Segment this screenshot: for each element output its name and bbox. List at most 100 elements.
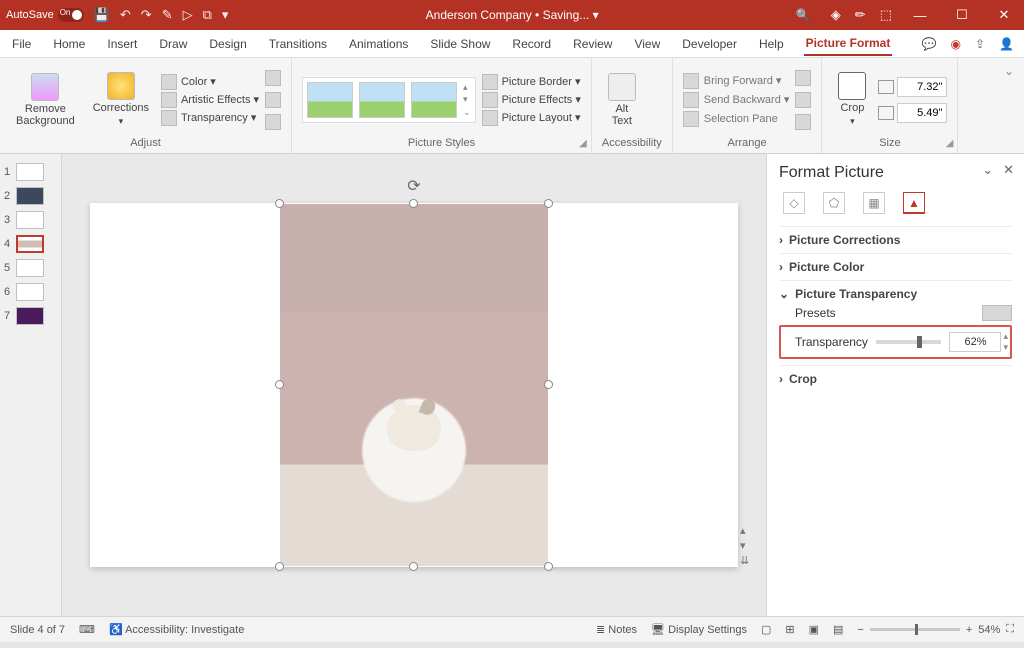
present-icon[interactable]: ⧉ <box>203 7 212 23</box>
corrections-button[interactable]: Corrections ▾ <box>87 70 155 129</box>
tab-developer[interactable]: Developer <box>680 33 739 55</box>
slide-thumb[interactable]: 3 <box>0 208 61 232</box>
qat-more-icon[interactable]: ▾ <box>222 7 229 23</box>
fit-window-icon[interactable]: ⛶ <box>1006 623 1014 636</box>
crop-button[interactable]: Crop ▾ <box>832 70 872 129</box>
gallery-down-icon[interactable]: ▾ <box>463 94 471 105</box>
picture-tab-icon[interactable]: ▲ <box>903 192 925 214</box>
tab-animations[interactable]: Animations <box>347 33 410 55</box>
slide-thumb[interactable]: 1 <box>0 160 61 184</box>
tab-transitions[interactable]: Transitions <box>267 33 329 55</box>
scroll-down-icon[interactable]: ▾ <box>740 539 754 552</box>
accessibility-status[interactable]: ♿ Accessibility: Investigate <box>109 623 244 636</box>
gallery-up-icon[interactable]: ▴ <box>463 82 471 93</box>
maximize-button[interactable]: ☐ <box>948 7 976 23</box>
resize-handle[interactable] <box>275 562 284 571</box>
resize-handle[interactable] <box>275 380 284 389</box>
width-input[interactable] <box>878 103 947 123</box>
color-button[interactable]: Color ▾ <box>161 74 259 90</box>
resize-handle[interactable] <box>544 380 553 389</box>
scroll-end-icon[interactable]: ⇊ <box>740 554 754 567</box>
tab-record[interactable]: Record <box>510 33 553 55</box>
section-corrections[interactable]: ›Picture Corrections <box>779 226 1012 253</box>
tab-help[interactable]: Help <box>757 33 786 55</box>
selected-picture[interactable]: ⟳ <box>280 204 548 566</box>
group-icon[interactable] <box>795 92 811 108</box>
dialog-launcher-icon[interactable]: ◢ <box>579 138 587 149</box>
send-backward-button[interactable]: Send Backward ▾ <box>683 92 790 108</box>
redo-icon[interactable]: ↷ <box>141 7 152 23</box>
bring-forward-button[interactable]: Bring Forward ▾ <box>683 73 790 89</box>
rotate-icon[interactable] <box>795 114 811 130</box>
tab-draw[interactable]: Draw <box>157 33 189 55</box>
language-icon[interactable]: ⌨ <box>79 623 95 636</box>
present-live-icon[interactable]: 👤 <box>999 37 1014 51</box>
share-icon[interactable]: ⇪ <box>975 37 985 51</box>
scroll-up-icon[interactable]: ▴ <box>740 524 754 537</box>
compress-icon[interactable] <box>265 70 281 86</box>
display-settings-button[interactable]: 🖥 Display Settings <box>651 623 747 636</box>
gallery-more-icon[interactable]: ⌄ <box>463 107 471 118</box>
height-field[interactable] <box>897 77 947 97</box>
tab-file[interactable]: File <box>10 33 33 55</box>
close-button[interactable]: ✕ <box>990 7 1018 23</box>
pane-options-icon[interactable]: ⌄ <box>982 162 993 178</box>
from-beginning-icon[interactable]: ▷ <box>183 7 193 23</box>
tab-design[interactable]: Design <box>207 33 248 55</box>
size-tab-icon[interactable]: ▦ <box>863 192 885 214</box>
zoom-control[interactable]: − + 54% ⛶ <box>857 623 1014 636</box>
picture-effects-button[interactable]: Picture Effects ▾ <box>482 92 581 108</box>
reading-view-icon[interactable]: ▣ <box>809 623 819 636</box>
diamond-icon[interactable]: ◈ <box>831 7 841 23</box>
tab-insert[interactable]: Insert <box>105 33 139 55</box>
undo-icon[interactable]: ↶ <box>120 7 131 23</box>
tab-view[interactable]: View <box>632 33 662 55</box>
transparency-slider[interactable] <box>876 340 942 344</box>
reset-picture-icon[interactable] <box>265 114 281 130</box>
slideshow-view-icon[interactable]: ▤ <box>833 623 843 636</box>
artistic-effects-button[interactable]: Artistic Effects ▾ <box>161 92 259 108</box>
pen-icon[interactable]: ✏ <box>855 7 866 23</box>
resize-handle[interactable] <box>409 199 418 208</box>
resize-handle[interactable] <box>275 199 284 208</box>
zoom-slider[interactable] <box>870 628 960 631</box>
spinner-icon[interactable]: ▴▾ <box>1003 331 1008 353</box>
tab-review[interactable]: Review <box>571 33 614 55</box>
effects-tab-icon[interactable]: ⬠ <box>823 192 845 214</box>
rotate-handle-icon[interactable]: ⟳ <box>407 176 420 196</box>
autosave-toggle[interactable]: AutoSave <box>6 8 84 22</box>
style-thumb[interactable] <box>411 82 457 118</box>
resize-handle[interactable] <box>409 562 418 571</box>
slide-thumb[interactable]: 4 <box>0 232 61 256</box>
slide-thumb[interactable]: 5 <box>0 256 61 280</box>
touch-icon[interactable]: ✎ <box>162 7 173 23</box>
search-icon[interactable]: 🔍 <box>796 8 811 22</box>
style-thumb[interactable] <box>307 82 353 118</box>
remove-background-button[interactable]: Remove Background <box>10 71 81 129</box>
slide-thumb[interactable]: 2 <box>0 184 61 208</box>
change-picture-icon[interactable] <box>265 92 281 108</box>
minimize-button[interactable]: — <box>906 8 934 23</box>
picture-border-button[interactable]: Picture Border ▾ <box>482 74 581 90</box>
record-circle-icon[interactable]: ◉ <box>951 37 961 51</box>
width-field[interactable] <box>897 103 947 123</box>
slide-thumb[interactable]: 7 <box>0 304 61 328</box>
section-header[interactable]: ⌄Picture Transparency <box>779 287 1012 301</box>
height-input[interactable] <box>878 77 947 97</box>
fill-tab-icon[interactable]: ◇ <box>783 192 805 214</box>
transparency-value[interactable]: 62% <box>949 332 1001 352</box>
style-thumb[interactable] <box>359 82 405 118</box>
collapse-ribbon-icon[interactable]: ⌄ <box>1004 64 1014 78</box>
style-gallery[interactable]: ▴▾ ⌄ <box>302 77 476 123</box>
resize-handle[interactable] <box>544 562 553 571</box>
presets-row[interactable]: Presets <box>779 301 1012 325</box>
section-crop[interactable]: ›Crop <box>779 365 1012 392</box>
tab-slideshow[interactable]: Slide Show <box>428 33 492 55</box>
tab-home[interactable]: Home <box>51 33 87 55</box>
picture-layout-button[interactable]: Picture Layout ▾ <box>482 110 581 126</box>
selection-pane-button[interactable]: Selection Pane <box>683 111 790 127</box>
toggle-switch[interactable] <box>58 8 84 22</box>
presets-dropdown-icon[interactable] <box>982 305 1012 321</box>
zoom-in-icon[interactable]: + <box>966 624 972 636</box>
zoom-out-icon[interactable]: − <box>857 624 863 636</box>
